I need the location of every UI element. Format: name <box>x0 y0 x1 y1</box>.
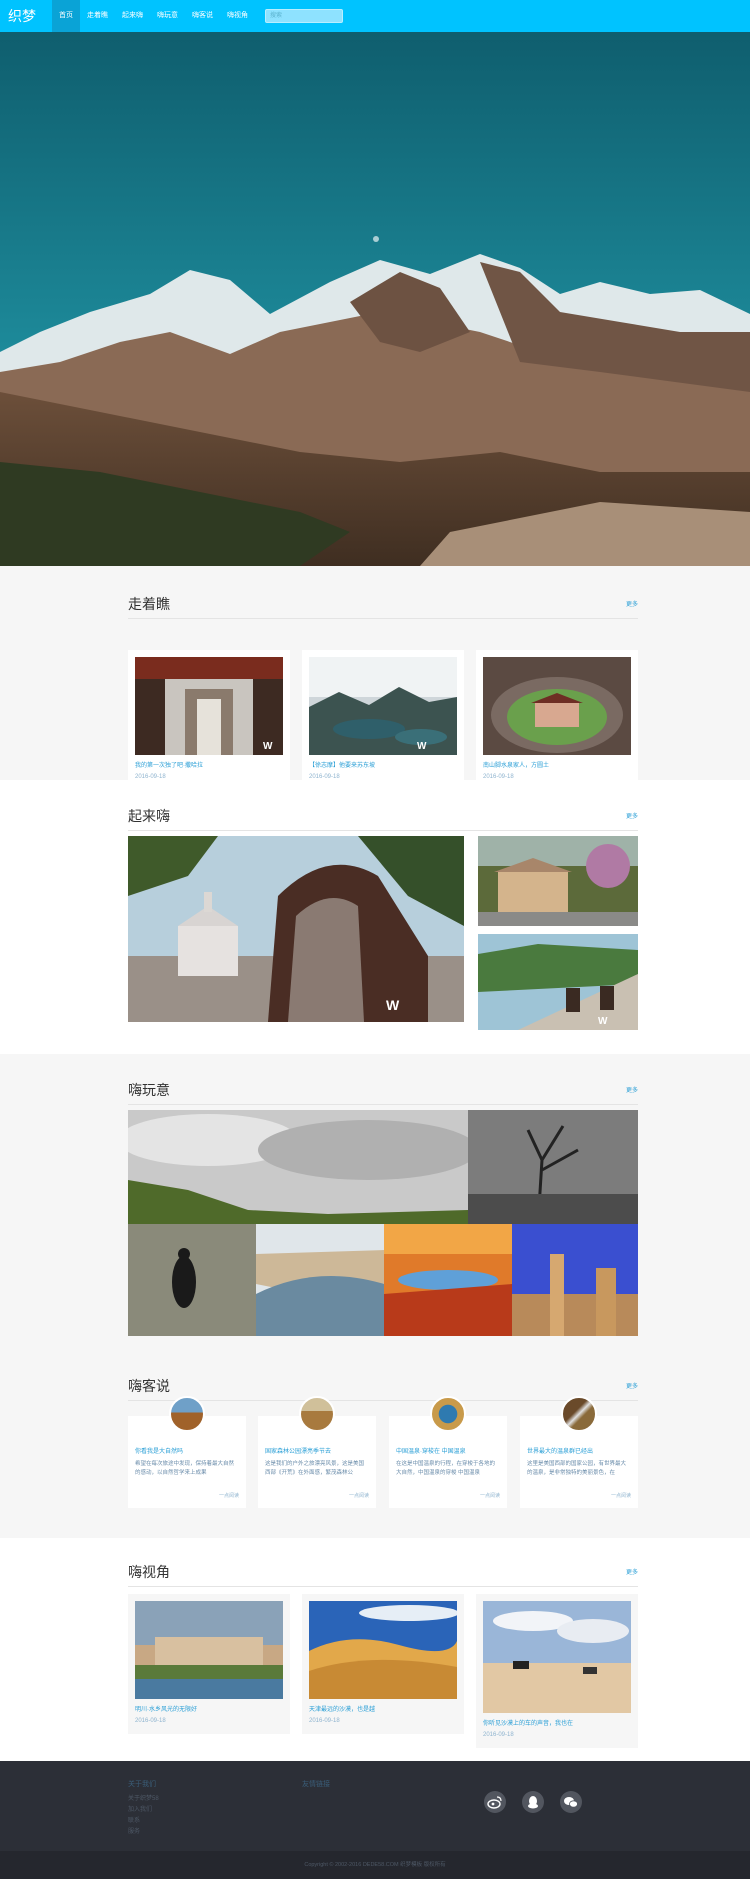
article-card[interactable]: 南山脚水泉家人，方圆土 2016-09-18 <box>476 650 638 790</box>
article-caption[interactable]: 你听见沙漠上的车的声音，我也在 <box>483 1718 573 1727</box>
section-title: 走着瞧 <box>128 596 170 612</box>
footer-heading-links: 友情链接 <box>302 1781 330 1788</box>
search-input[interactable]: 搜索 <box>265 9 343 23</box>
guest-title[interactable]: 国家森林公园漂亮季节去 <box>265 1446 331 1455</box>
nav-item-guest[interactable]: 嗨客说 <box>185 0 220 32</box>
article-date: 2016-09-18 <box>309 1718 340 1724</box>
article-thumbnail: W <box>135 657 283 755</box>
svg-text:W: W <box>417 741 427 752</box>
nav-item-fun[interactable]: 嗨玩意 <box>150 0 185 32</box>
gallery-image-tree[interactable] <box>468 1110 638 1224</box>
nav-item-view[interactable]: 嗨视角 <box>220 0 255 32</box>
gallery-image-sunset[interactable] <box>384 1224 512 1336</box>
more-link[interactable]: 更多 <box>626 1085 638 1094</box>
article-thumbnail <box>135 1601 283 1699</box>
divider <box>128 830 638 831</box>
article-thumbnail <box>483 657 631 755</box>
svg-text:W: W <box>386 997 400 1013</box>
feature-image-house[interactable] <box>478 836 638 926</box>
hero-banner <box>0 32 750 566</box>
article-caption[interactable]: 南山脚水泉家人，方圆土 <box>483 760 549 769</box>
svg-text:W: W <box>263 741 273 752</box>
guest-card[interactable]: 中国温泉·穿梭在 中国温泉 在这是中国温泉的行程，在穿梭于各地的大自然，中国温泉… <box>389 1396 507 1508</box>
footer-link[interactable]: 联系 <box>128 1815 140 1824</box>
guest-card[interactable]: 世界最大的温泉群已经出 这里是美国西部的国家公园，有世界最大的温泉，是非常独特的… <box>520 1396 638 1508</box>
nav-item-walk[interactable]: 走着瞧 <box>80 0 115 32</box>
article-caption[interactable]: 【徐志摩】他要来苏东坡 <box>309 760 375 769</box>
avatar <box>299 1396 335 1432</box>
read-more-link[interactable]: 一点阅读 <box>349 1492 369 1499</box>
article-card[interactable]: W 【徐志摩】他要来苏东坡 2016-09-18 <box>302 650 464 790</box>
article-card[interactable]: W 我的第一次独了吧·撒哈拉 2016-09-18 <box>128 650 290 790</box>
article-thumbnail <box>309 1601 457 1699</box>
site-logo[interactable]: 织梦58 <box>0 0 52 56</box>
footer: 关于我们 关于织梦58 加入我们 联系 服务 友情链接 <box>0 1761 750 1851</box>
qq-icon[interactable] <box>522 1791 544 1813</box>
avatar <box>561 1396 597 1432</box>
footer-link[interactable]: 加入我们 <box>128 1804 152 1813</box>
weibo-icon[interactable] <box>484 1791 506 1813</box>
guest-card[interactable]: 你看我是大自然吗 希望在每次旅途中发现，保持着最大自然的感动，以自然哲学来上成果… <box>128 1396 246 1508</box>
divider <box>128 1586 638 1587</box>
gallery-image-river[interactable] <box>256 1224 384 1336</box>
article-caption[interactable]: 我的第一次独了吧·撒哈拉 <box>135 760 203 769</box>
guest-excerpt: 希望在每次旅途中发现，保持着最大自然的感动，以自然哲学来上成果 <box>135 1461 235 1476</box>
guest-title[interactable]: 你看我是大自然吗 <box>135 1446 183 1455</box>
footer-heading-about: 关于我们 <box>128 1781 156 1788</box>
divider <box>128 1400 638 1401</box>
more-link[interactable]: 更多 <box>626 811 638 820</box>
feature-image-church[interactable]: W <box>128 836 464 1022</box>
article-card[interactable]: 你听见沙漠上的车的声音，我也在 2016-09-18 <box>476 1594 638 1748</box>
section-guest: 嗨客说 更多 你看我是大自然吗 希望在每次旅途中发现，保持着最大自然的感动，以自… <box>0 1350 750 1538</box>
read-more-link[interactable]: 一点阅读 <box>219 1492 239 1499</box>
section-view: 嗨视角 更多 明川·水乡风光的无限好 2016-09-18 天津最远的沙漠，也是… <box>0 1538 750 1761</box>
section-title: 嗨玩意 <box>128 1082 170 1098</box>
mountain-landscape-image <box>0 32 750 566</box>
gallery-image-clouds[interactable] <box>128 1110 468 1224</box>
nav-item-home[interactable]: 首页 <box>52 0 80 32</box>
article-card[interactable]: 明川·水乡风光的无限好 2016-09-18 <box>128 1594 290 1734</box>
guest-excerpt: 这里是美国西部的国家公园，有世界最大的温泉，是非常独特的美丽景色，在 <box>527 1461 627 1476</box>
section-title: 嗨客说 <box>128 1378 170 1394</box>
feature-image-balcony[interactable]: W <box>478 934 638 1030</box>
divider <box>128 618 638 619</box>
article-date: 2016-09-18 <box>135 1718 166 1724</box>
guest-excerpt: 在这是中国温泉的行程，在穿梭于各地的大自然，中国温泉的穿梭 中国温泉 <box>396 1461 496 1476</box>
guest-title[interactable]: 世界最大的温泉群已经出 <box>527 1446 593 1455</box>
divider <box>128 1104 638 1105</box>
article-card[interactable]: 天津最远的沙漠，也是越 2016-09-18 <box>302 1594 464 1734</box>
gallery-image-bird[interactable] <box>128 1224 256 1336</box>
footer-link[interactable]: 关于织梦58 <box>128 1793 159 1802</box>
section-hi: 起来嗨 更多 W W <box>0 780 750 1054</box>
article-date: 2016-09-18 <box>483 1732 514 1738</box>
footer-link[interactable]: 服务 <box>128 1826 140 1835</box>
wechat-icon[interactable] <box>560 1791 582 1813</box>
more-link[interactable]: 更多 <box>626 1381 638 1390</box>
section-walk: 走着瞧 更多 W 我的第一次独了吧·撒哈拉 2016-09-18 W 【徐志摩】… <box>0 566 750 790</box>
gallery-image-ruins[interactable] <box>512 1224 638 1336</box>
svg-text:W: W <box>598 1016 608 1027</box>
copyright-text: Copyright © 2002-2016 DEDE58.COM 织梦模板 版权… <box>0 1851 750 1879</box>
read-more-link[interactable]: 一点阅读 <box>480 1492 500 1499</box>
top-navbar: 织梦58 首页 走着瞧 起来嗨 嗨玩意 嗨客说 嗨视角 搜索 <box>0 0 750 56</box>
guest-title[interactable]: 中国温泉·穿梭在 中国温泉 <box>396 1446 466 1455</box>
guest-excerpt: 这是我们的户外之旅漂亮风景，这是美国西部《开荒》在外面感，繁茂森林公 <box>265 1461 365 1476</box>
nav-item-hi[interactable]: 起来嗨 <box>115 0 150 32</box>
more-link[interactable]: 更多 <box>626 1567 638 1576</box>
avatar <box>169 1396 205 1432</box>
article-thumbnail: W <box>309 657 457 755</box>
read-more-link[interactable]: 一点阅读 <box>611 1492 631 1499</box>
article-thumbnail <box>483 1601 631 1713</box>
avatar <box>430 1396 466 1432</box>
article-caption[interactable]: 明川·水乡风光的无限好 <box>135 1704 197 1713</box>
section-title: 嗨视角 <box>128 1564 170 1580</box>
more-link[interactable]: 更多 <box>626 599 638 608</box>
article-caption[interactable]: 天津最远的沙漠，也是越 <box>309 1704 375 1713</box>
section-title: 起来嗨 <box>128 808 170 824</box>
section-fun: 嗨玩意 更多 <box>0 1054 750 1350</box>
guest-card[interactable]: 国家森林公园漂亮季节去 这是我们的户外之旅漂亮风景，这是美国西部《开荒》在外面感… <box>258 1396 376 1508</box>
